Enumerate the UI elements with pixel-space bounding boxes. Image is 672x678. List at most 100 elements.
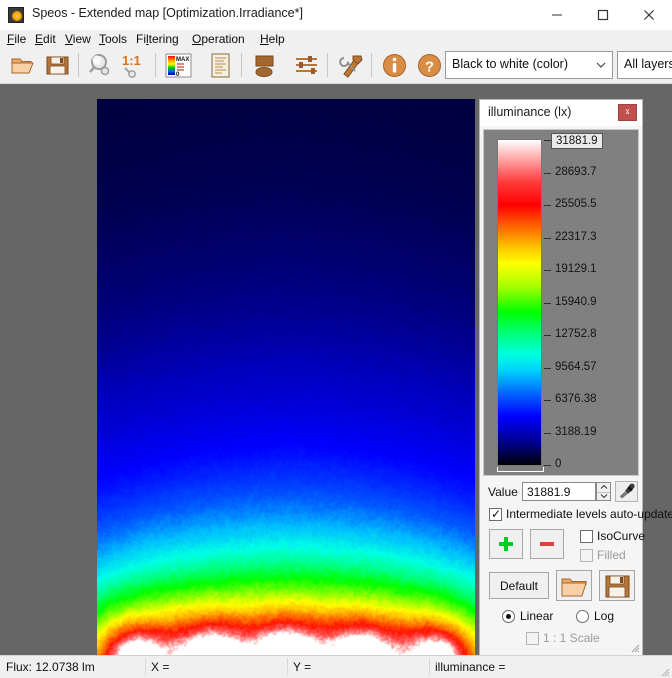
toolbar-separator [371,53,372,77]
add-level-button[interactable] [489,529,523,559]
irradiance-extended-map[interactable] [97,99,475,655]
report-button[interactable] [205,50,236,81]
heatmap-canvas[interactable] [97,99,475,655]
one-to-one-button[interactable]: 1:1 [119,50,150,81]
menu-bar: File Edit View Tools Filtering Operation… [0,30,672,48]
status-resize-grip-icon[interactable] [659,666,670,677]
spinner-down-button[interactable] [597,492,610,501]
filled-checkbox[interactable] [580,549,593,562]
colorbar-tick [544,140,551,141]
colorbar-tick [544,368,551,369]
sliders-icon [291,50,322,81]
colorbar-tick-label-2: 25505.5 [555,198,597,210]
maximize-button[interactable] [580,0,626,30]
colorbar-plot: 31881.9 28693.7 25505.5 22317.3 19129.1 … [483,129,639,476]
value-spinner[interactable] [596,482,611,501]
status-quantity: illuminance = [435,660,505,674]
legend-open-button[interactable] [556,570,592,601]
status-flux: Flux: 12.0738 lm [6,660,95,674]
colorbar-tick-label-8: 6376.38 [555,393,597,405]
status-y-cell: Y = [287,656,429,677]
window-title: Speos - Extended map [Optimization.Irrad… [32,6,303,20]
open-button[interactable] [8,50,39,81]
colorbar-tick [544,205,551,206]
default-button[interactable]: Default [489,572,549,599]
isocurve-checkbox[interactable] [580,530,593,543]
close-button[interactable] [626,0,672,30]
toolbar-separator [241,53,242,77]
menu-item-file[interactable]: File [2,31,31,47]
tools-icon [336,50,367,81]
colorbar-tick-label-0[interactable]: 31881.9 [551,133,603,149]
resize-grip-icon[interactable] [628,641,640,653]
open-icon [8,50,39,81]
zoom-icon [85,50,116,81]
info-button[interactable] [379,50,410,81]
colorbar-tick-label-6: 12752.8 [555,328,597,340]
radio-dot-icon [506,614,511,619]
spinner-down-icon [600,494,607,498]
colormap-select-value: Black to white (color) [452,57,568,71]
spinner-up-icon [600,485,607,489]
log-label: Log [594,609,614,623]
one-to-one-scale-label: 1 : 1 Scale [543,631,600,645]
shapes-icon [249,50,280,81]
colorbar [497,139,542,466]
toolbar-separator [327,53,328,77]
colorscale-button[interactable]: MAX 0 [163,50,194,81]
workspace: illuminance (lx) x 31881.9 28693.7 25505… [0,84,672,655]
log-radio[interactable] [576,610,589,623]
menu-item-help[interactable]: Help [255,31,290,47]
title-bar: Speos - Extended map [Optimization.Irrad… [0,0,672,30]
sliders-button[interactable] [291,50,322,81]
auto-update-label: Intermediate levels auto-update [506,507,672,521]
menu-item-filtering[interactable]: Filtering [131,31,184,47]
legend-close-button[interactable]: x [618,104,637,121]
colormap-select[interactable]: Black to white (color) [445,51,613,79]
colorbar-tick-label-10: 0 [555,458,561,470]
filled-label: Filled [597,548,626,562]
legend-save-button[interactable] [599,570,635,601]
info-icon [379,50,410,81]
save-icon [42,50,73,81]
value-row: Value 31881.9 [488,482,638,502]
linear-label: Linear [520,609,553,623]
status-flux-cell: Flux: 12.0738 lm [0,656,145,677]
shapes-button[interactable] [249,50,280,81]
auto-update-checkbox[interactable]: ✓ [489,508,502,521]
menu-item-edit[interactable]: Edit [30,31,61,47]
colorbar-tick-label-1: 28693.7 [555,166,597,178]
eyedropper-icon [616,482,637,501]
chevron-down-icon [596,62,606,69]
colorbar-tick-label-5: 15940.9 [555,296,597,308]
menu-item-view[interactable]: View [60,31,96,47]
remove-level-button[interactable] [530,529,564,559]
minimize-button[interactable] [534,0,580,30]
tools-button[interactable] [336,50,367,81]
linear-radio[interactable] [502,610,515,623]
menu-item-tools[interactable]: Tools [94,31,132,47]
legend-title: illuminance (lx) [488,105,571,119]
eyedropper-button[interactable] [615,481,638,502]
colorbar-tick [544,173,551,174]
save-button[interactable] [42,50,73,81]
status-x: X = [151,660,169,674]
help-icon: ? [414,50,445,81]
toolbar-separator [155,53,156,77]
floppy-save-icon [605,575,630,598]
legend-panel: illuminance (lx) x 31881.9 28693.7 25505… [479,99,643,656]
colorbar-tick [544,400,551,401]
colorbar-tick [544,433,551,434]
help-button[interactable]: ? [414,50,445,81]
one-to-one-scale-checkbox[interactable] [526,632,539,645]
status-bar: Flux: 12.0738 lm X = Y = illuminance = [0,655,672,678]
toolbar: 1:1 MAX [0,48,672,84]
zoom-button[interactable] [85,50,116,81]
colorbar-tick-label-3: 22317.3 [555,231,597,243]
value-input[interactable]: 31881.9 [522,482,596,501]
menu-item-operation[interactable]: Operation [187,31,250,47]
plus-icon [497,535,515,553]
layers-select[interactable]: All layers [617,51,672,79]
minus-icon [538,535,556,553]
speos-window: Speos - Extended map [Optimization.Irrad… [0,0,672,677]
